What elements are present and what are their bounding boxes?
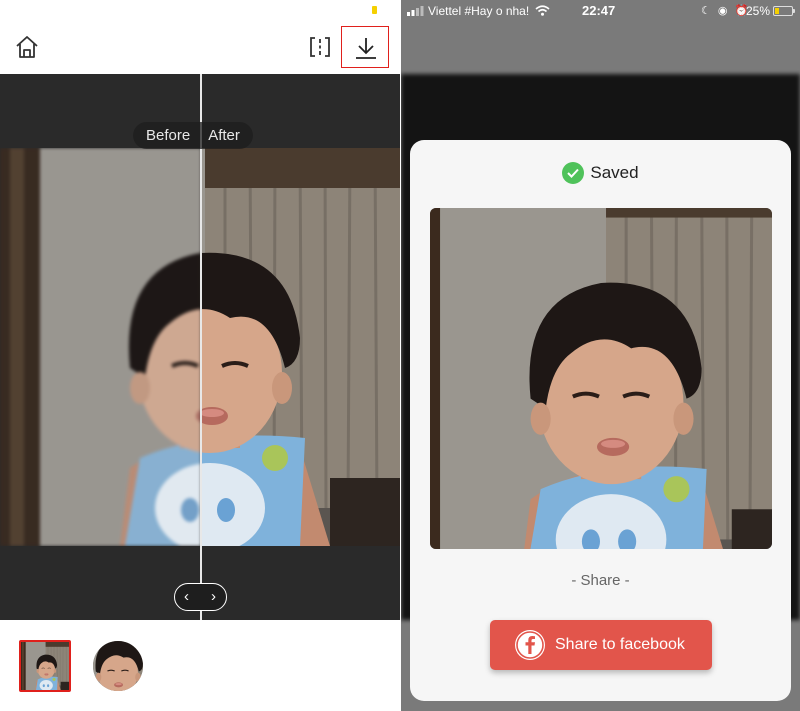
after-label: After xyxy=(208,127,240,144)
battery-icon xyxy=(773,6,795,16)
compare-stage[interactable]: Before After ‹ › xyxy=(0,74,400,620)
after-image xyxy=(201,148,400,546)
check-icon xyxy=(562,162,585,184)
before-image xyxy=(0,148,201,546)
editor-screen: Before After ‹ › xyxy=(0,0,400,711)
chevron-right-icon: › xyxy=(211,588,216,605)
status-indicator xyxy=(372,6,377,14)
slider-handle[interactable]: ‹ › xyxy=(174,583,227,611)
wifi-icon xyxy=(535,5,550,16)
download-button[interactable] xyxy=(341,26,389,68)
status-bar: Viettel #Hay o nha! 22:47 ☾ ◉ ⏰ 25% xyxy=(401,0,800,22)
battery-percent: 25% xyxy=(746,4,771,18)
share-facebook-label: Share to facebook xyxy=(555,636,685,653)
top-bar xyxy=(0,0,400,74)
thumbnail-strip xyxy=(0,620,400,711)
saved-title: Saved xyxy=(590,163,639,182)
clock: 22:47 xyxy=(582,3,616,18)
saved-image xyxy=(430,208,772,549)
compare-icon[interactable] xyxy=(309,36,331,58)
saved-header: Saved xyxy=(410,162,791,184)
system-icons: ☾ ◉ ⏰ xyxy=(701,5,751,17)
compare-divider[interactable] xyxy=(200,74,202,620)
facebook-icon xyxy=(515,630,545,660)
chevron-left-icon: ‹ xyxy=(184,588,189,605)
before-after-label: Before After xyxy=(133,122,253,149)
before-label: Before xyxy=(146,127,191,144)
thumbnail-face[interactable] xyxy=(93,641,143,691)
carrier-name: Viettel #Hay o nha! xyxy=(428,4,530,18)
share-facebook-button[interactable]: Share to facebook xyxy=(490,620,712,670)
saved-screen: Viettel #Hay o nha! 22:47 ☾ ◉ ⏰ 25% Save… xyxy=(401,0,800,711)
home-icon[interactable] xyxy=(14,34,40,60)
saved-dialog: Saved - Share - Share to facebook xyxy=(410,140,791,701)
thumbnail-selected[interactable] xyxy=(19,640,71,692)
share-label: - Share - xyxy=(571,572,630,589)
download-icon xyxy=(356,38,376,59)
signal-icon xyxy=(407,6,424,16)
